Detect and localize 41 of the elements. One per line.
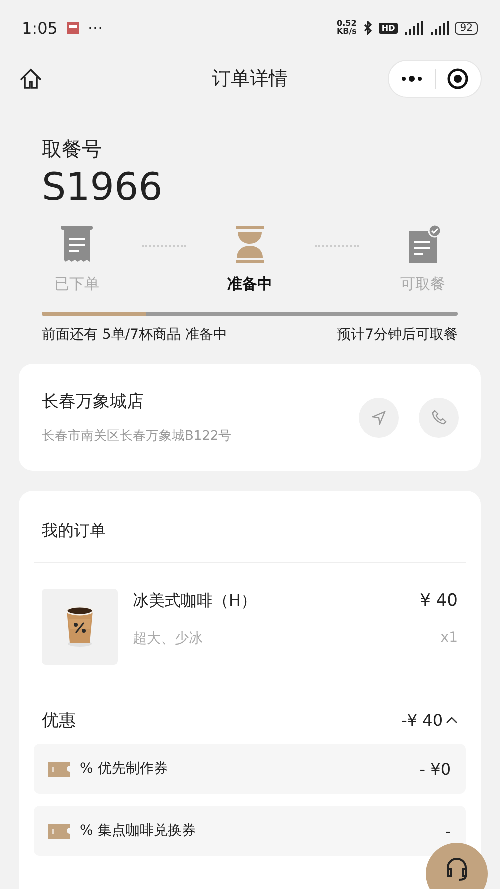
product-price: ¥ 40	[420, 591, 458, 612]
discount-amount: -¥ 40	[402, 711, 443, 730]
send-arrow-icon	[372, 410, 386, 424]
step-label: 准备中	[228, 275, 272, 294]
more-icon[interactable]	[400, 75, 423, 83]
app-notification-icon	[66, 21, 80, 35]
coupon-name: % 优先制作券	[80, 760, 168, 778]
step-label: 已下单	[54, 275, 100, 294]
headset-icon	[445, 857, 469, 881]
receipt-icon	[59, 225, 95, 263]
pickup-number: S1966	[42, 165, 164, 209]
ticket-icon	[48, 824, 70, 838]
bluetooth-icon	[362, 21, 374, 35]
section-title: 我的订单	[34, 491, 466, 563]
caret-icon[interactable]	[446, 716, 458, 725]
home-icon[interactable]	[18, 67, 44, 91]
call-button[interactable]	[419, 398, 459, 438]
pickup-eta: 预计7分钟后可取餐	[337, 326, 458, 344]
signal-icon	[403, 21, 424, 35]
signal-icon	[429, 21, 450, 35]
more-notifications: ···	[88, 18, 104, 38]
product-options: 超大、少冰	[133, 630, 420, 648]
page-title: 订单详情	[211, 67, 289, 92]
phone-icon	[432, 410, 446, 425]
close-target-icon[interactable]	[447, 68, 470, 90]
discount-label: 优惠	[42, 710, 76, 732]
clock: 1:05	[22, 18, 58, 38]
coupon-amount: - ¥0	[420, 760, 451, 778]
queue-status: 前面还有 5单/7杯商品 准备中	[42, 326, 228, 344]
coupon-amount: -	[445, 822, 451, 840]
hd-badge: HD	[378, 22, 398, 34]
network-speed: 0.52 KB/s	[336, 20, 357, 36]
battery-indicator: 92	[455, 22, 478, 34]
store-name: 长春万象城店	[42, 391, 145, 413]
ticket-icon	[48, 762, 70, 776]
coupon-name: % 集点咖啡兑换券	[80, 822, 196, 840]
store-address: 长春市南关区长春万象城B122号	[42, 428, 233, 445]
step-label: 可取餐	[400, 275, 446, 294]
product-name: 冰美式咖啡（H）	[133, 591, 258, 612]
product-quantity: x1	[440, 630, 458, 648]
pickup-label: 取餐号	[42, 136, 103, 163]
